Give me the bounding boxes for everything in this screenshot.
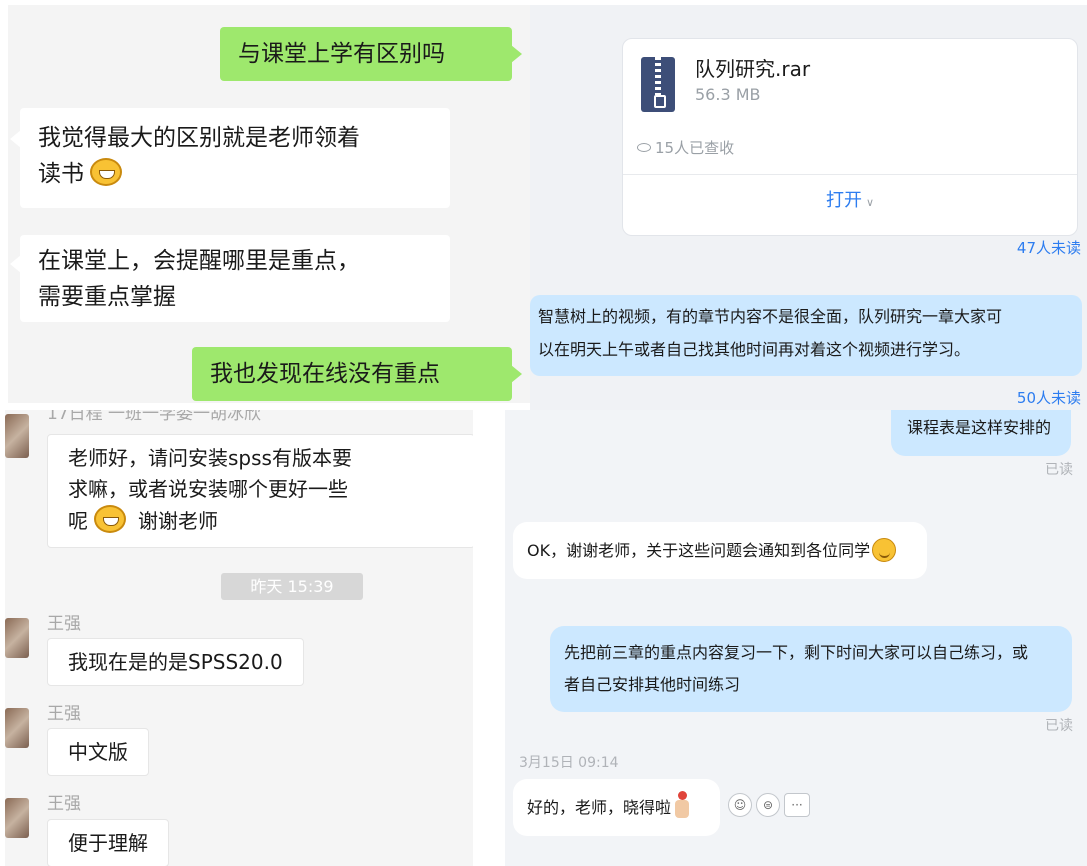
message-text: OK，谢谢老师，关于这些问题会通知到各位同学	[527, 541, 871, 560]
sender-name: 王强	[47, 704, 81, 724]
message-text: 我现在是的是SPSS20.0	[68, 650, 283, 674]
bubble-tail	[511, 45, 522, 63]
message-text: 需要重点掌握	[38, 284, 176, 310]
message-text: 课程表是这样安排的	[907, 418, 1052, 437]
unread-count[interactable]: 50人未读	[1017, 387, 1081, 408]
message-bubble-incoming[interactable]: 在课堂上，会提醒哪里是重点， 需要重点掌握	[10, 235, 450, 322]
timestamp: 昨天 15:39	[221, 573, 363, 600]
message-text: 者自己安排其他时间练习	[564, 675, 741, 694]
message-text: 读书	[38, 161, 84, 187]
message-text: 求嘛，或者说安装哪个更好一些	[68, 477, 348, 501]
open-button[interactable]: 打开 ∨	[623, 186, 1077, 212]
zip-file-icon	[641, 57, 675, 112]
read-status: 已读	[1045, 718, 1073, 734]
message-text: 以在明天上午或者自己找其他时间再对着这个视频进行学习。	[538, 340, 971, 359]
message-text: 便于理解	[68, 831, 148, 855]
avatar[interactable]	[5, 708, 29, 748]
smile-emoji-icon	[872, 538, 897, 562]
message-text: 与课堂上学有区别吗	[238, 41, 445, 67]
message-bubble-incoming[interactable]: 我觉得最大的区别就是老师领着 读书	[10, 108, 450, 208]
viewed-status: 15人已查收	[637, 137, 734, 158]
file-card[interactable]: 队列研究.rar 56.3 MB 15人已查收 打开 ∨	[622, 38, 1078, 236]
message-bubble-incoming[interactable]: OK，谢谢老师，关于这些问题会通知到各位同学	[513, 522, 927, 579]
message-bubble-outgoing[interactable]: 与课堂上学有区别吗	[220, 27, 522, 81]
message-bubble-incoming[interactable]: 我现在是的是SPSS20.0	[47, 638, 304, 686]
message-bubble-incoming[interactable]: 老师好，请问安装spss有版本要 求嘛，或者说安装哪个更好一些 呢 谢谢老师	[47, 434, 473, 548]
timestamp: 3月15日 09:14	[519, 755, 619, 771]
read-status: 已读	[1045, 462, 1073, 478]
message-text: 我也发现在线没有重点	[210, 361, 440, 387]
message-text-line2: 读书	[38, 156, 432, 192]
message-bubble-outgoing[interactable]: 先把前三章的重点内容复习一下，剩下时间大家可以自己练习，或 者自己安排其他时间练…	[550, 626, 1072, 712]
message-text-line3: 呢 谢谢老师	[68, 505, 454, 537]
message-text: 中文版	[68, 740, 128, 764]
message-text: 谢谢老师	[138, 509, 218, 533]
avatar[interactable]	[5, 414, 29, 458]
unread-count[interactable]: 47人未读	[1017, 237, 1081, 258]
bubble-tail	[10, 130, 21, 148]
message-text: 好的，老师，晓得啦	[527, 798, 672, 817]
message-text: 呢	[68, 509, 88, 533]
avatar[interactable]	[5, 798, 29, 838]
sender-name: 王强	[47, 614, 81, 634]
viewed-count: 15人已查收	[655, 139, 735, 157]
grin-emoji-icon	[90, 158, 122, 186]
message-bubble-outgoing[interactable]: 课程表是这样安排的	[891, 410, 1071, 456]
message-bubble-outgoing[interactable]: 我也发现在线没有重点	[192, 347, 522, 401]
file-size: 56.3 MB	[695, 85, 761, 104]
open-label: 打开	[825, 190, 862, 211]
more-icon[interactable]: ···	[784, 793, 810, 817]
grin-emoji-icon	[94, 505, 126, 533]
sender-name: 17日程 一班一学委一胡冰欣	[47, 410, 262, 424]
message-text: 先把前三章的重点内容复习一下，剩下时间大家可以自己练习，或	[564, 643, 1029, 662]
group-file-conversation: 队列研究.rar 56.3 MB 15人已查收 打开 ∨ 47人未读 智慧树上的视…	[530, 5, 1087, 410]
emoji-reaction-icon[interactable]: ☺	[728, 793, 752, 817]
reply-icon[interactable]: ⊜	[756, 793, 780, 817]
chevron-down-icon: ∨	[865, 196, 875, 209]
message-text: 我觉得最大的区别就是老师领着	[38, 125, 360, 151]
bubble-tail	[10, 255, 21, 273]
sender-name: 王强	[47, 794, 81, 814]
divider	[623, 174, 1077, 175]
message-text: 智慧树上的视频，有的章节内容不是很全面，队列研究一章大家可	[538, 307, 1003, 326]
thumbs-up-emoji-icon	[673, 791, 691, 819]
wechat-conversation: 与课堂上学有区别吗 我觉得最大的区别就是老师领着 读书 在课堂上，会提醒哪里是重…	[8, 5, 530, 403]
file-name: 队列研究.rar	[695, 57, 811, 81]
message-text: 老师好，请问安装spss有版本要	[68, 446, 352, 470]
message-text: 在课堂上，会提醒哪里是重点，	[38, 248, 360, 274]
bubble-tail	[511, 365, 522, 383]
class-group-conversation: 17日程 一班一学委一胡冰欣 老师好，请问安装spss有版本要 求嘛，或者说安装…	[5, 410, 473, 866]
eye-icon	[637, 143, 651, 152]
message-bubble-incoming[interactable]: 便于理解	[47, 819, 169, 866]
message-bubble-incoming[interactable]: 中文版	[47, 728, 149, 776]
avatar[interactable]	[5, 618, 29, 658]
message-bubble-incoming[interactable]: 好的，老师，晓得啦	[513, 779, 720, 836]
notice-message-bubble[interactable]: 智慧树上的视频，有的章节内容不是很全面，队列研究一章大家可 以在明天上午或者自己…	[530, 295, 1082, 376]
